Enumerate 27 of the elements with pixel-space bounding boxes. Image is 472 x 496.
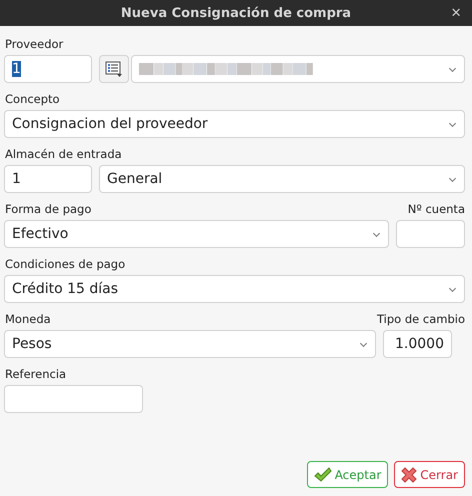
close-button[interactable]: Cerrar xyxy=(394,461,465,488)
field-label: Referencia xyxy=(5,367,66,381)
field-label: Almacén de entrada xyxy=(5,147,122,161)
accept-button[interactable]: Aceptar xyxy=(306,461,388,488)
concept-select[interactable]: Consignacion del proveedor xyxy=(4,110,465,138)
field-label: Proveedor xyxy=(5,37,64,51)
payment-terms-select[interactable]: Crédito 15 días xyxy=(4,275,465,303)
reference-field[interactable] xyxy=(4,385,143,413)
window-title: Nueva Consignación de compra xyxy=(120,6,352,20)
x-icon xyxy=(401,466,418,482)
account-field[interactable] xyxy=(396,220,465,248)
payment-method-select[interactable]: Efectivo xyxy=(4,220,389,248)
list-button[interactable] xyxy=(99,55,129,83)
field-label: Concepto xyxy=(5,92,60,106)
exchange-rate-field[interactable]: 1.0000 xyxy=(383,330,452,358)
checkmark-icon xyxy=(314,466,332,482)
warehouse-select[interactable]: General xyxy=(99,165,465,193)
currency-select[interactable]: Pesos xyxy=(4,330,376,358)
close-button[interactable]: × xyxy=(448,3,464,23)
warehouse-code-field[interactable]: 1 xyxy=(4,165,92,193)
field-label: Condiciones de pago xyxy=(5,257,126,271)
field-label: Nº cuenta xyxy=(408,202,465,216)
field-label: Forma de pago xyxy=(5,202,92,216)
list-icon xyxy=(105,61,123,77)
supplier-code-field[interactable]: 1 xyxy=(4,55,92,83)
field-label: Moneda xyxy=(5,312,51,326)
field-label: Tipo de cambio xyxy=(377,312,465,326)
